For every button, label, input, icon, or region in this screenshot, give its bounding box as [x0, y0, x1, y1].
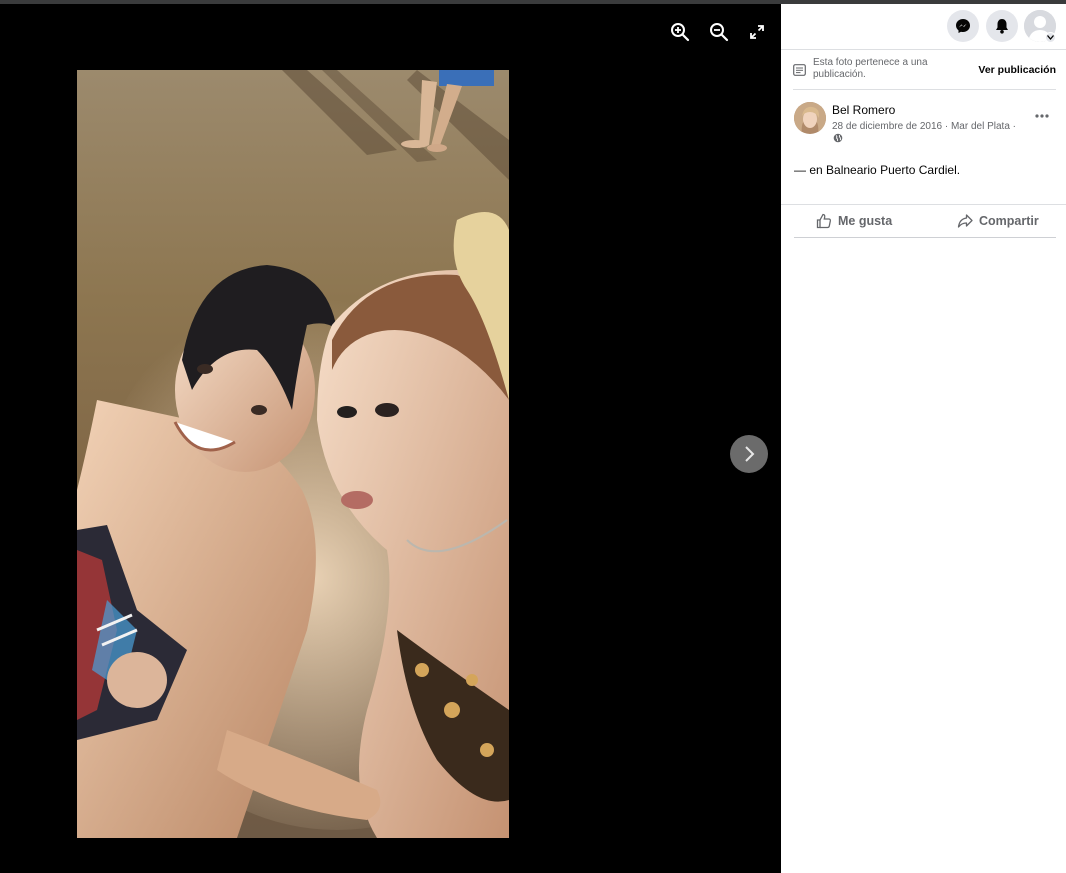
author-avatar[interactable]: [794, 102, 826, 134]
like-button[interactable]: Me gusta: [816, 213, 892, 229]
post-actions: Me gusta Compartir: [794, 205, 1056, 238]
fullscreen-button[interactable]: [745, 20, 769, 44]
account-menu-caret[interactable]: [1045, 32, 1056, 43]
post-options-button[interactable]: [1031, 108, 1053, 124]
zoom-out-icon: [710, 23, 729, 42]
chevron-down-icon: [1047, 35, 1054, 40]
next-photo-button[interactable]: [730, 435, 768, 473]
messenger-button[interactable]: [947, 10, 979, 42]
post-side-panel: Esta foto pertenece a una publicación. V…: [781, 4, 1066, 873]
share-button[interactable]: Compartir: [957, 213, 1039, 229]
photo-viewer: [0, 4, 781, 873]
more-options-icon: [1035, 114, 1049, 118]
notifications-button[interactable]: [986, 10, 1018, 42]
like-label: Me gusta: [838, 214, 893, 228]
zoom-out-button[interactable]: [707, 20, 731, 44]
top-navigation: [781, 4, 1066, 50]
messenger-icon: [956, 19, 970, 33]
zoom-in-icon: [671, 23, 690, 42]
post-notice: Esta foto pertenece a una publicación. V…: [793, 56, 1056, 90]
globe-icon: [833, 133, 843, 143]
chevron-right-icon: [745, 446, 755, 462]
caption-prefix: — en: [794, 163, 823, 177]
zoom-in-button[interactable]: [668, 20, 692, 44]
caption-suffix: .: [956, 163, 961, 177]
author-name[interactable]: Bel Romero: [832, 103, 895, 117]
fullscreen-icon: [750, 25, 764, 39]
bell-icon: [996, 19, 1008, 34]
beach-selfie-photo: [77, 70, 509, 838]
notice-text: Esta foto pertenece a una publicación.: [813, 57, 928, 80]
share-icon: [957, 214, 973, 228]
share-label: Compartir: [979, 214, 1039, 228]
post-meta: 28 de diciembre de 2016 · Mar del Plata …: [832, 121, 1016, 147]
view-post-link[interactable]: Ver publicación: [978, 64, 1056, 76]
thumbs-up-icon: [816, 213, 831, 229]
post-date-location[interactable]: 28 de diciembre de 2016 · Mar del Plata …: [832, 121, 1016, 132]
post-icon: [793, 64, 806, 76]
post-caption: — en Balneario Puerto Cardiel.: [794, 163, 960, 177]
caption-place-link[interactable]: Balneario Puerto Cardiel: [826, 163, 957, 177]
